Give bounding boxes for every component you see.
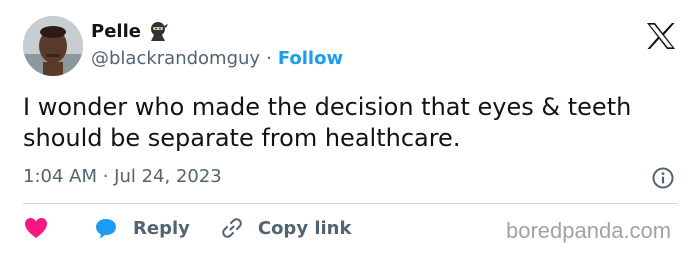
divider <box>23 203 678 204</box>
ninja-emoji-icon <box>147 20 169 42</box>
link-icon <box>220 216 244 240</box>
author-handle-row: @blackrandomguy · Follow <box>91 48 343 69</box>
copy-link-button[interactable]: Copy link <box>190 216 352 240</box>
separator-dot: · <box>266 48 272 69</box>
avatar[interactable] <box>23 16 83 76</box>
follow-button[interactable]: Follow <box>278 48 343 69</box>
speech-bubble-icon <box>93 216 119 240</box>
tweet-text: I wonder who made the decision that eyes… <box>23 93 632 152</box>
watermark: boredpanda.com <box>506 218 672 243</box>
profile-photo <box>23 16 83 76</box>
author-handle[interactable]: @blackrandomguy <box>91 48 260 69</box>
like-button[interactable] <box>23 216 49 240</box>
reply-button[interactable]: Reply <box>49 216 190 240</box>
tweet-timestamp[interactable]: 1:04 AM · Jul 24, 2023 <box>23 166 222 187</box>
tweet-actions: Reply Copy link <box>23 216 351 240</box>
heart-icon <box>25 218 47 238</box>
author-name[interactable]: Pelle <box>91 21 141 42</box>
copy-link-label: Copy link <box>257 217 352 239</box>
author-name-row: Pelle <box>91 20 169 42</box>
x-logo-icon[interactable] <box>646 22 676 50</box>
reply-label: Reply <box>133 217 190 239</box>
info-icon[interactable] <box>651 166 675 190</box>
